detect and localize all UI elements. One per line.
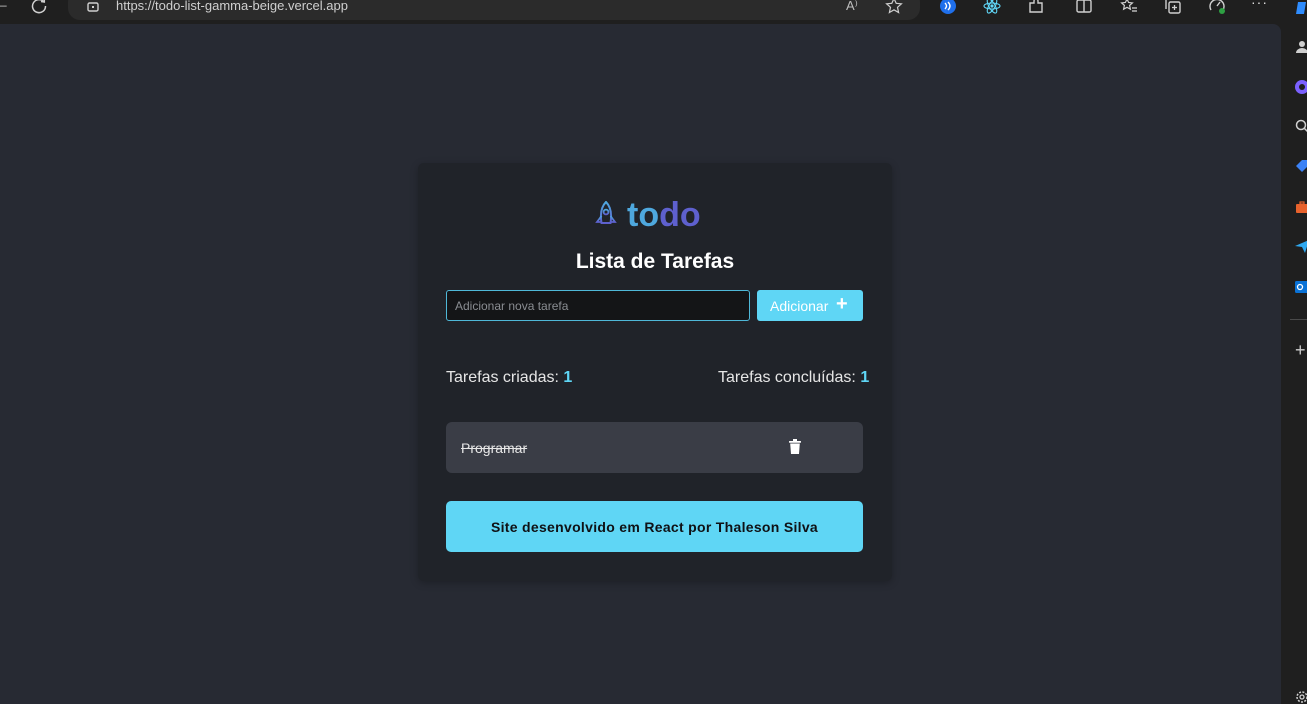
performance-icon[interactable] xyxy=(1208,0,1226,15)
collections-icon[interactable] xyxy=(1164,0,1182,15)
shopping-tag-icon[interactable] xyxy=(1294,158,1307,174)
split-screen-icon[interactable] xyxy=(1075,0,1093,15)
lock-icon[interactable] xyxy=(85,0,101,14)
logo-part-do: do xyxy=(659,196,701,234)
created-tasks-stat: Tarefas criadas: 1 xyxy=(446,369,572,387)
add-task-button-label: Adicionar xyxy=(770,298,829,314)
completed-tasks-stat: Tarefas concluídas: 1 xyxy=(718,369,869,387)
footer-credit-button[interactable]: Site desenvolvido em React por Thaleson … xyxy=(446,501,863,552)
send-icon[interactable] xyxy=(1294,238,1307,254)
plus-icon: + xyxy=(836,293,848,315)
react-devtools-icon[interactable] xyxy=(983,0,1001,15)
read-aloud-icon[interactable]: A⁾ xyxy=(846,0,864,16)
copilot-icon[interactable] xyxy=(1294,0,1307,16)
profile-icon[interactable] xyxy=(1294,38,1307,54)
add-task-button[interactable]: Adicionar + xyxy=(757,290,863,321)
extensions-icon[interactable] xyxy=(1027,0,1045,15)
created-tasks-label: Tarefas criadas: xyxy=(446,369,559,386)
task-item[interactable]: Programar xyxy=(446,422,863,473)
browser-sidebar: + xyxy=(1281,2,1307,704)
refresh-icon[interactable] xyxy=(29,0,49,16)
copilot-app-icon[interactable] xyxy=(1294,79,1307,95)
trash-icon[interactable] xyxy=(789,439,801,454)
completed-tasks-count: 1 xyxy=(860,369,870,386)
favorites-icon[interactable] xyxy=(1120,0,1138,15)
app-logo: todo xyxy=(595,196,725,237)
settings-gear-icon[interactable] xyxy=(1294,689,1307,704)
completed-tasks-label: Tarefas concluídas: xyxy=(718,369,856,386)
logo-part-to: to xyxy=(627,196,660,234)
url-text[interactable]: https://todo-list-gamma-beige.vercel.app xyxy=(116,0,348,13)
page-title: Lista de Tarefas xyxy=(575,250,735,273)
more-icon[interactable]: ··· xyxy=(1251,0,1268,10)
media-icon[interactable] xyxy=(939,0,957,15)
rocket-icon xyxy=(595,201,617,234)
sidebar-divider xyxy=(1290,319,1307,320)
outlook-icon[interactable] xyxy=(1294,279,1307,295)
back-arrow-icon[interactable]: – xyxy=(0,0,7,11)
browser-toolbar: – https://todo-list-gamma-beige.vercel.a… xyxy=(0,0,1307,24)
created-tasks-count: 1 xyxy=(563,369,573,386)
search-icon[interactable] xyxy=(1294,118,1307,134)
new-task-input[interactable] xyxy=(446,290,750,321)
favorite-star-icon[interactable] xyxy=(885,0,903,15)
logo-wordmark: todo xyxy=(627,196,701,234)
tools-briefcase-icon[interactable] xyxy=(1294,199,1307,215)
task-text[interactable]: Programar xyxy=(461,440,527,456)
add-sidebar-item-icon[interactable]: + xyxy=(1295,341,1306,359)
